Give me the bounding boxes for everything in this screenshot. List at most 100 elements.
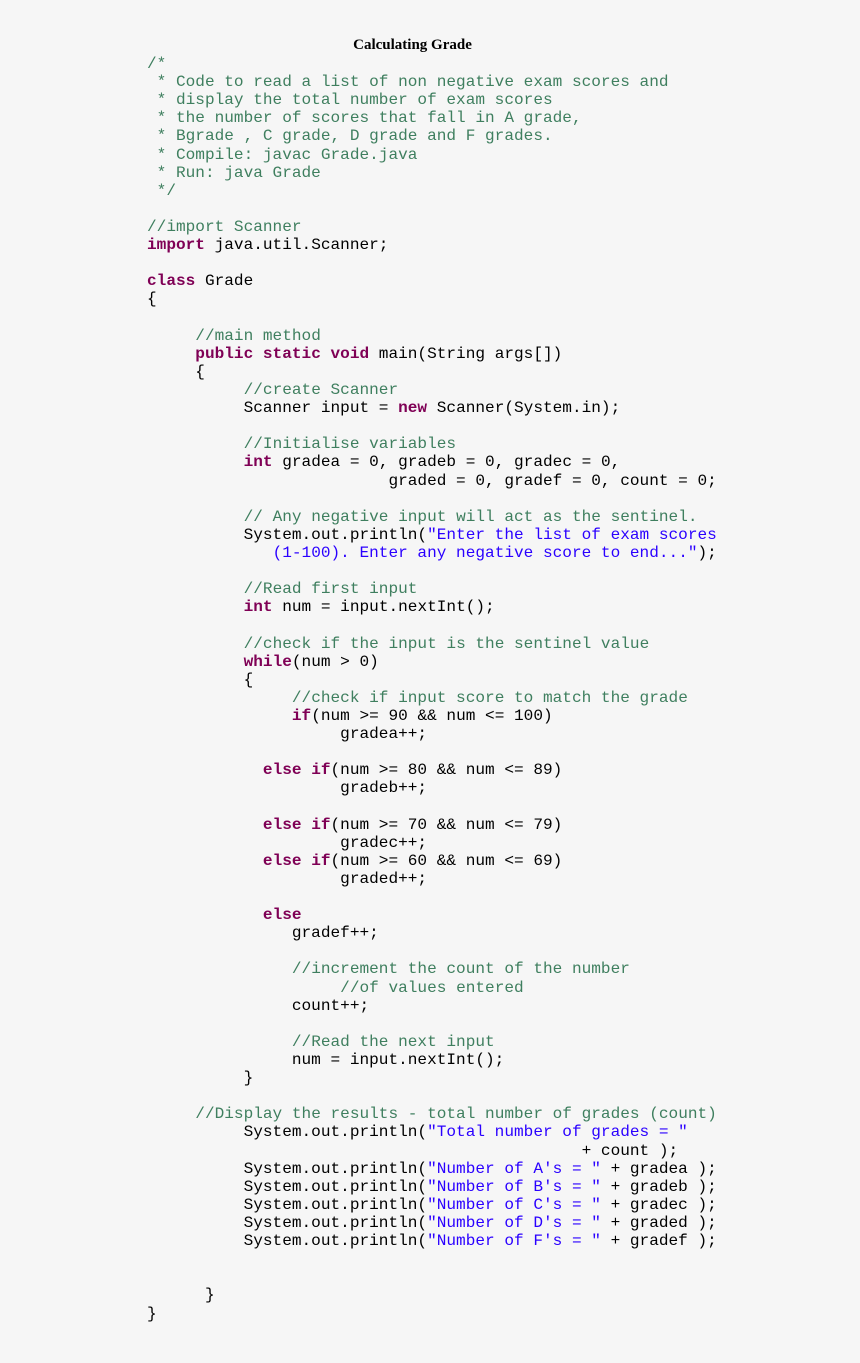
code-line: System.out.println("Number of C's = " + … xyxy=(147,1196,717,1214)
code-text: System.out.println( xyxy=(147,1195,428,1214)
code-comment: */ xyxy=(147,181,176,200)
code-comment: //main method xyxy=(195,326,321,345)
code-string: (1-100). Enter any negative score to end… xyxy=(272,543,698,562)
code-keyword: new xyxy=(398,399,428,418)
code-line: //check if the input is the sentinel val… xyxy=(147,635,717,653)
code-text: (num >= 70 && num <= 79) xyxy=(330,815,563,834)
code-comment: // Any negative input will act as the se… xyxy=(243,507,698,526)
code-string: "Number of A's = " xyxy=(427,1159,601,1178)
code-line: count++; xyxy=(147,997,717,1015)
code-keyword: class xyxy=(147,272,196,291)
code-comment: * Compile: javac Grade.java xyxy=(147,145,418,164)
code-text: } xyxy=(147,1069,254,1088)
code-line: public static void main(String args[]) xyxy=(147,345,717,363)
code-line: // Any negative input will act as the se… xyxy=(147,508,717,526)
code-line: else xyxy=(147,906,717,924)
code-comment: //Initialise variables xyxy=(243,435,457,454)
code-text: System.out.println( xyxy=(147,1177,428,1196)
code-text: System.out.println( xyxy=(147,1159,428,1178)
code-comment: //import Scanner xyxy=(147,217,302,236)
code-line: } xyxy=(147,1305,717,1323)
code-text: + gradea ); xyxy=(600,1159,717,1178)
code-text: ); xyxy=(697,543,717,562)
code-text: + gradeb ); xyxy=(600,1177,717,1196)
page-title: Calculating Grade xyxy=(353,37,472,53)
code-line: gradec++; xyxy=(147,834,717,852)
code-line: System.out.println("Number of F's = " + … xyxy=(147,1232,717,1250)
code-comment: * Run: java Grade xyxy=(147,163,321,182)
code-line: * display the total number of exam score… xyxy=(147,91,717,109)
code-comment: //Read first input xyxy=(243,580,418,599)
code-keyword: else if xyxy=(262,815,331,834)
code-comment: * Bgrade , C grade, D grade and F grades… xyxy=(147,127,553,146)
code-line: * Run: java Grade xyxy=(147,164,717,182)
code-text: gradeb++; xyxy=(147,779,428,798)
code-line: + count ); xyxy=(147,1142,717,1160)
code-line: } xyxy=(147,1286,717,1304)
code-line: //create Scanner xyxy=(147,381,717,399)
code-text: Scanner input = xyxy=(147,399,399,418)
code-line: //check if input score to match the grad… xyxy=(147,689,717,707)
code-line: int gradea = 0, gradeb = 0, gradec = 0, xyxy=(147,453,717,471)
code-comment: //increment the count of the number xyxy=(291,960,630,979)
code-text: { xyxy=(147,670,254,689)
code-keyword: int xyxy=(243,453,273,472)
code-text: + graded ); xyxy=(600,1214,717,1232)
code-comment: //Read the next input xyxy=(291,1032,495,1051)
code-text: Scanner(System.in); xyxy=(427,399,621,418)
code-line: { xyxy=(147,671,717,689)
code-text: + gradec ); xyxy=(600,1195,717,1214)
code-line: //increment the count of the number xyxy=(147,960,717,978)
code-string: "Total number of grades = " xyxy=(427,1123,688,1142)
code-listing: /* * Code to read a list of non negative… xyxy=(147,55,717,1323)
code-line: System.out.println("Number of A's = " + … xyxy=(147,1160,717,1178)
code-text: num = input.nextInt(); xyxy=(272,598,495,617)
code-keyword: int xyxy=(243,598,273,617)
code-text: System.out.println( xyxy=(147,1214,428,1232)
code-line: //of values entered xyxy=(147,979,717,997)
code-line: gradef++; xyxy=(147,924,717,942)
code-line: { xyxy=(147,363,717,381)
code-text: { xyxy=(147,290,157,309)
code-comment: //check if the input is the sentinel val… xyxy=(243,634,650,653)
code-string: "Number of F's = " xyxy=(427,1232,601,1251)
code-text: } xyxy=(147,1304,157,1323)
code-line: System.out.println("Total number of grad… xyxy=(147,1123,717,1141)
code-line: else if(num >= 70 && num <= 79) xyxy=(147,816,717,834)
code-line: System.out.println("Number of B's = " + … xyxy=(147,1178,717,1196)
code-line: //import Scanner xyxy=(147,218,717,236)
code-line: System.out.println("Enter the list of ex… xyxy=(147,526,717,544)
code-keyword: while xyxy=(243,652,292,671)
code-text: graded = 0, gradef = 0, count = 0; xyxy=(147,471,717,490)
code-text: gradea++; xyxy=(147,725,428,744)
code-text: + gradef ); xyxy=(600,1232,717,1251)
code-string: "Number of B's = " xyxy=(427,1177,601,1196)
code-keyword: import xyxy=(147,236,205,255)
code-line: graded = 0, gradef = 0, count = 0; xyxy=(147,472,717,490)
code-line: else if(num >= 60 && num <= 69) xyxy=(147,852,717,870)
code-comment: //create Scanner xyxy=(243,380,399,399)
